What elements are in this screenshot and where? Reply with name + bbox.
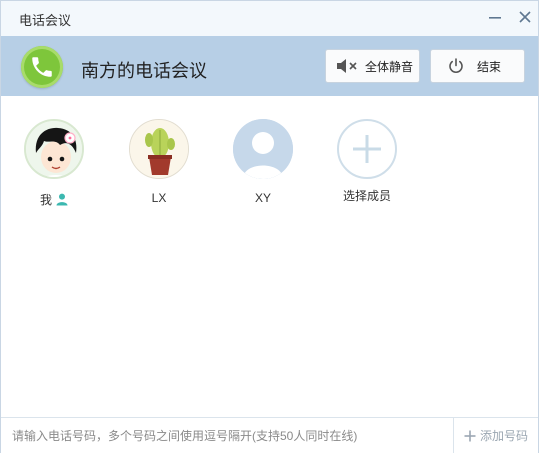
avatar-lx [129, 119, 189, 179]
add-member-circle[interactable] [337, 119, 397, 179]
phone-logo-icon [21, 46, 63, 88]
plus-small-icon [464, 430, 476, 441]
conference-window: 电话会议 南方的电话会议 全体静音 结束 我 LX XY 选择成员 请输入电话号… [0, 0, 539, 453]
power-icon [449, 58, 463, 73]
add-number-button[interactable]: 添加号码 [453, 418, 538, 453]
minimize-button[interactable] [483, 6, 507, 28]
member-name-me: 我 [39, 193, 52, 207]
close-button[interactable] [513, 6, 537, 28]
end-call-button[interactable]: 结束 [430, 49, 525, 83]
window-title: 电话会议 [19, 13, 72, 28]
mute-all-label: 全体静音 [365, 59, 414, 74]
select-members-button[interactable]: 选择成员 [327, 119, 407, 204]
conference-title: 南方的电话会议 [81, 61, 207, 81]
member-lx[interactable]: LX [119, 119, 199, 205]
cartoon-boy-avatar-icon [26, 121, 82, 177]
avatar-xy [233, 119, 293, 179]
avatar-me [24, 119, 84, 179]
user-icon [56, 193, 68, 206]
member-list: 我 LX XY 选择成员 [1, 97, 538, 417]
phone-number-input[interactable] [1, 418, 453, 453]
title-bar: 电话会议 [1, 1, 538, 36]
add-number-label: 添加号码 [479, 429, 528, 443]
phone-handset-icon [32, 57, 52, 77]
end-call-label: 结束 [477, 59, 502, 74]
default-user-avatar-icon [233, 119, 293, 179]
plus-icon [353, 135, 381, 163]
member-me[interactable]: 我 [14, 119, 94, 208]
member-xy[interactable]: XY [223, 119, 303, 205]
footer-bar: 添加号码 [1, 417, 538, 453]
member-name-xy: XY [254, 191, 271, 205]
mute-all-button[interactable]: 全体静音 [325, 49, 420, 83]
mute-icon [337, 59, 357, 73]
minimize-icon [489, 17, 501, 19]
member-name-lx: LX [151, 191, 167, 205]
conference-header: 南方的电话会议 全体静音 结束 [1, 36, 538, 96]
cactus-avatar-icon [130, 120, 188, 178]
close-icon [519, 11, 531, 23]
select-members-label: 选择成员 [342, 189, 391, 203]
